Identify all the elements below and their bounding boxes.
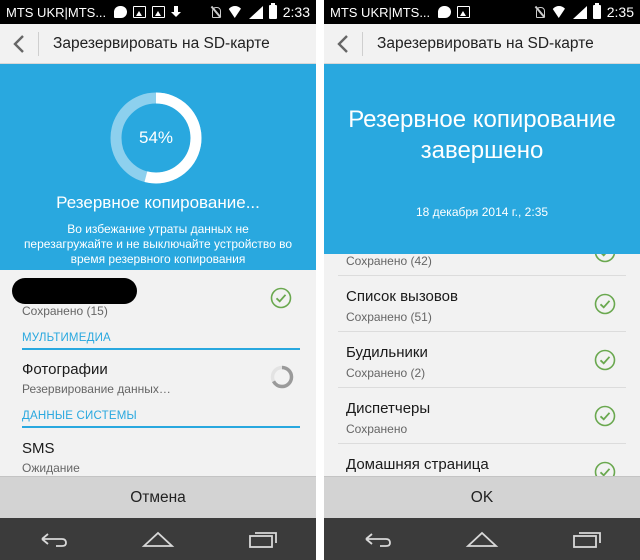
check-icon xyxy=(594,461,616,476)
right-screen: MTS UKR|MTS... 2:35 Зарезервировать на S… xyxy=(324,0,640,560)
hangouts-icon xyxy=(438,6,452,18)
list-item: Сохранено (15) xyxy=(0,270,316,326)
action-bar: Зарезервировать на SD-карте xyxy=(324,24,640,64)
chevron-left-icon xyxy=(13,34,24,53)
item-title: Список вызовов xyxy=(346,288,458,305)
list-item: Список вызовов Сохранено (51) xyxy=(324,276,640,332)
status-bar: MTS UKR|MTS... 2:35 xyxy=(324,0,640,24)
back-icon xyxy=(41,533,67,547)
nav-back-button[interactable] xyxy=(31,524,75,554)
item-title: SMS xyxy=(22,440,55,457)
check-icon xyxy=(270,287,292,309)
backup-complete-header: Резервное копирование завершено 18 декаб… xyxy=(324,64,640,254)
hangouts-icon xyxy=(114,6,128,18)
list-item: Диспетчеры Сохранено xyxy=(324,388,640,444)
cancel-button[interactable]: Отмена xyxy=(0,476,316,518)
item-subtitle: Ожидание xyxy=(22,461,80,475)
list-item: Сохранено (42) xyxy=(324,254,640,276)
check-icon xyxy=(594,405,616,427)
mute-icon xyxy=(534,6,545,18)
item-subtitle: Резервирование данных… xyxy=(22,382,171,396)
left-screen: MTS UKR|MTS... 2:33 Зарезервировать на S… xyxy=(0,0,316,560)
navigation-bar xyxy=(324,518,640,560)
home-icon xyxy=(141,531,175,547)
download-icon xyxy=(171,6,182,18)
backup-warning-text: Во избежание утраты данных не перезагруж… xyxy=(23,222,293,266)
clock: 2:35 xyxy=(606,4,634,20)
nav-recents-button[interactable] xyxy=(241,524,285,554)
progress-percent: 54% xyxy=(138,128,174,147)
nav-home-button[interactable] xyxy=(460,524,504,554)
back-button[interactable] xyxy=(0,24,38,64)
list-item: Фотографии Резервирование данных… xyxy=(0,352,316,406)
recents-icon xyxy=(573,532,602,548)
list-item: Домашняя страница xyxy=(324,444,640,476)
nav-back-button[interactable] xyxy=(355,524,399,554)
backup-status-text: Резервное копирование... xyxy=(56,193,260,212)
image-icon xyxy=(457,6,471,18)
home-icon xyxy=(465,531,499,547)
item-subtitle: Сохранено (2) xyxy=(346,366,426,380)
ok-button[interactable]: OK xyxy=(324,476,640,518)
list-item: SMS Ожидание xyxy=(0,430,316,476)
status-bar: MTS UKR|MTS... 2:33 xyxy=(0,0,316,24)
check-icon xyxy=(594,293,616,315)
signal-icon xyxy=(248,5,263,19)
chevron-left-icon xyxy=(337,34,348,53)
nav-recents-button[interactable] xyxy=(565,524,609,554)
progress-ring: 54% xyxy=(108,90,204,186)
nav-home-button[interactable] xyxy=(136,524,180,554)
backup-items-list[interactable]: Сохранено (42) Список вызовов Сохранено … xyxy=(324,254,640,476)
clock: 2:33 xyxy=(282,4,310,20)
item-subtitle: Сохранено (51) xyxy=(346,310,432,324)
action-bar: Зарезервировать на SD-карте xyxy=(0,24,316,64)
spinner-icon xyxy=(270,365,294,389)
item-subtitle: Сохранено (15) xyxy=(22,304,108,318)
backup-items-list[interactable]: Сохранено (15) МУЛЬТИМЕДИА Фотографии Ре… xyxy=(0,270,316,476)
backup-date: 18 декабря 2014 г., 2:35 xyxy=(415,205,549,219)
battery-icon xyxy=(592,3,601,19)
item-subtitle: Сохранено xyxy=(346,422,408,436)
redacted-title xyxy=(12,278,137,304)
page-title: Зарезервировать на SD-карте xyxy=(377,34,594,52)
image-icon xyxy=(133,6,147,18)
navigation-bar xyxy=(0,518,316,560)
recents-icon xyxy=(249,532,278,548)
page-title: Зарезервировать на SD-карте xyxy=(53,34,270,52)
check-icon xyxy=(594,254,616,263)
check-icon xyxy=(594,349,616,371)
image-icon xyxy=(152,6,166,18)
back-button[interactable] xyxy=(324,24,362,64)
item-title: Будильники xyxy=(346,344,428,361)
item-title: Фотографии xyxy=(22,361,108,378)
carrier-label: MTS UKR|MTS... xyxy=(330,4,431,20)
battery-icon xyxy=(268,3,277,19)
back-icon xyxy=(365,533,391,547)
signal-icon xyxy=(572,5,587,19)
carrier-label: MTS UKR|MTS... xyxy=(6,4,107,20)
section-header-multimedia: МУЛЬТИМЕДИА xyxy=(22,328,300,350)
item-title: Домашняя страница xyxy=(346,456,489,473)
wifi-icon xyxy=(227,6,243,18)
wifi-icon xyxy=(551,6,567,18)
list-item: Будильники Сохранено (2) xyxy=(324,332,640,388)
item-subtitle: Сохранено (42) xyxy=(346,254,432,268)
backup-complete-title: Резервное копирование завершено xyxy=(348,106,616,164)
item-title: Диспетчеры xyxy=(346,400,431,417)
section-header-system-data: ДАННЫЕ СИСТЕМЫ xyxy=(22,406,300,428)
mute-icon xyxy=(210,6,221,18)
backup-progress-header: 54% Резервное копирование... Во избежани… xyxy=(0,64,316,270)
